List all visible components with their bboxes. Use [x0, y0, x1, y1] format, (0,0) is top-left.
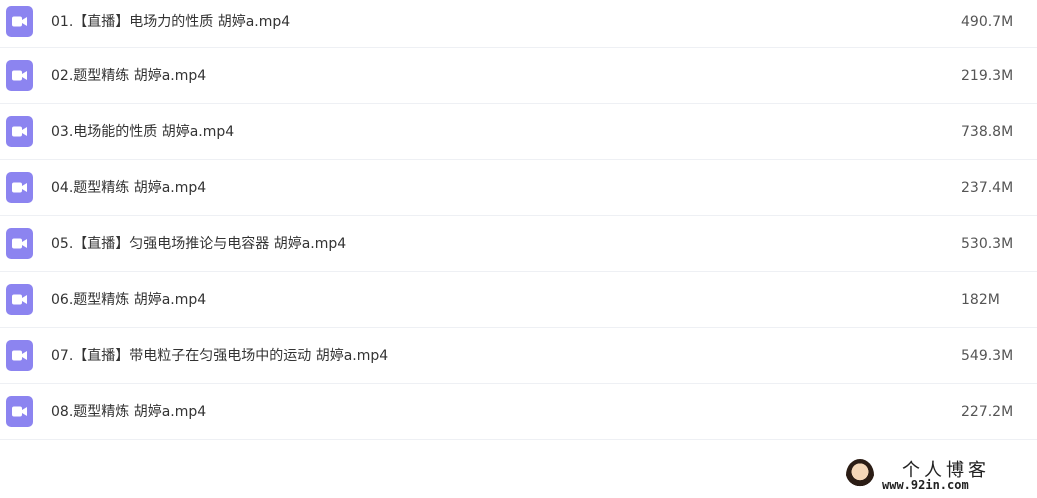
file-size: 738.8M [961, 124, 1014, 140]
file-row[interactable]: 04.题型精练 胡婷a.mp4 237.4M [0, 160, 1037, 216]
file-size: 549.3M [961, 348, 1014, 364]
file-size: 237.4M [961, 180, 1014, 196]
file-name: 03.电场能的性质 胡婷a.mp4 [51, 124, 235, 140]
file-row[interactable]: 02.题型精练 胡婷a.mp4 219.3M [0, 48, 1037, 104]
video-file-icon [6, 340, 33, 371]
file-size: 182M [961, 292, 1000, 308]
file-size: 530.3M [961, 236, 1014, 252]
file-row[interactable]: 07.【直播】带电粒子在匀强电场中的运动 胡婷a.mp4 549.3M [0, 328, 1037, 384]
video-file-icon [6, 172, 33, 203]
file-name: 08.题型精炼 胡婷a.mp4 [51, 404, 207, 420]
file-row[interactable]: 03.电场能的性质 胡婷a.mp4 738.8M [0, 104, 1037, 160]
video-file-icon [6, 396, 33, 427]
file-row[interactable]: 01.【直播】电场力的性质 胡婷a.mp4 490.7M [0, 0, 1037, 48]
video-file-icon [6, 60, 33, 91]
watermark-url: www.92in.com [882, 478, 969, 492]
video-file-icon [6, 228, 33, 259]
file-name: 01.【直播】电场力的性质 胡婷a.mp4 [51, 14, 291, 30]
file-row[interactable]: 08.题型精炼 胡婷a.mp4 227.2M [0, 384, 1037, 440]
file-name: 07.【直播】带电粒子在匀强电场中的运动 胡婷a.mp4 [51, 348, 389, 364]
file-row[interactable]: 06.题型精炼 胡婷a.mp4 182M [0, 272, 1037, 328]
file-name: 05.【直播】匀强电场推论与电容器 胡婷a.mp4 [51, 236, 347, 252]
file-row[interactable]: 05.【直播】匀强电场推论与电容器 胡婷a.mp4 530.3M [0, 216, 1037, 272]
file-name: 04.题型精练 胡婷a.mp4 [51, 180, 207, 196]
file-list: 01.【直播】电场力的性质 胡婷a.mp4 490.7M 02.题型精练 胡婷a… [0, 0, 1037, 440]
file-size: 219.3M [961, 68, 1014, 84]
file-size: 227.2M [961, 404, 1014, 420]
blog-watermark: 个人博客 www.92in.com [842, 456, 1032, 496]
video-file-icon [6, 116, 33, 147]
video-file-icon [6, 6, 33, 37]
avatar-icon [846, 459, 874, 491]
file-name: 06.题型精炼 胡婷a.mp4 [51, 292, 207, 308]
video-file-icon [6, 284, 33, 315]
file-size: 490.7M [961, 14, 1014, 30]
file-name: 02.题型精练 胡婷a.mp4 [51, 68, 207, 84]
